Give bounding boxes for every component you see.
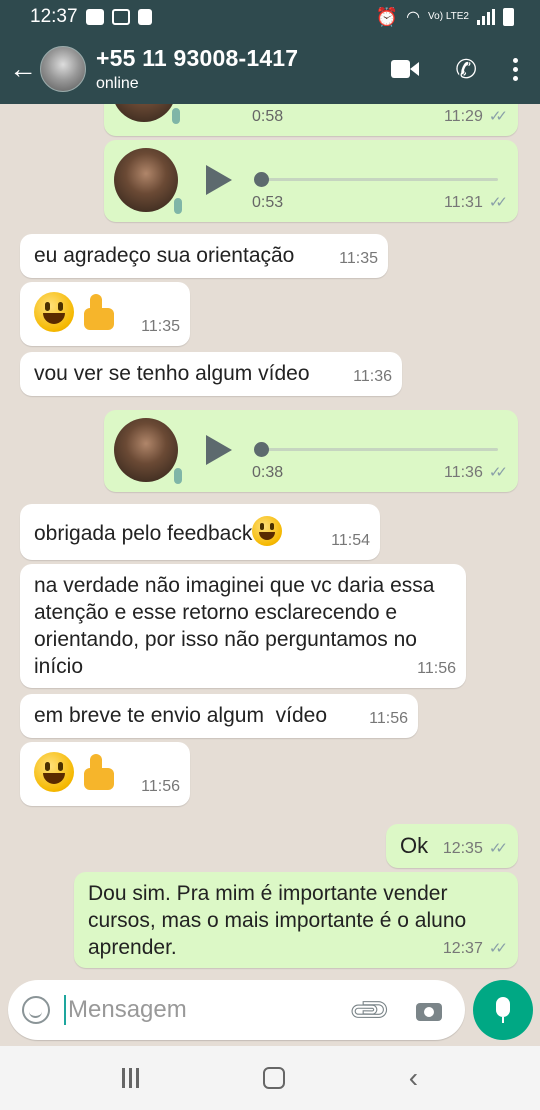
contact-info[interactable]: +55 11 93008-1417 online [96,45,391,93]
voice-message[interactable]: 0:38 11:36 ✓✓ [104,410,518,492]
message-text: na verdade não imaginei que vc daria ess… [34,574,435,678]
voice-duration: 0:58 [252,108,284,125]
message-composer: 📎︎ [8,980,465,1040]
back-arrow-icon[interactable]: ← [6,53,40,85]
nav-back-icon[interactable]: ‹ [409,1062,418,1094]
recents-icon[interactable] [121,1068,139,1088]
screenshot-icon [137,9,152,25]
message-meta: 11:29 ✓✓ [444,104,508,130]
mic-badge-icon [172,196,184,216]
thumbs-up-icon [78,752,116,792]
message-input[interactable] [68,996,348,1024]
incoming-emoji-message[interactable]: 11:56 [20,742,190,806]
voice-message[interactable]: 0:58 11:29 ✓✓ [104,104,518,136]
grinning-face-icon [34,752,74,792]
voice-sender-avatar [114,418,184,486]
phone-icon[interactable]: ✆ [455,54,477,85]
message-time: 11:29 [444,108,483,125]
message-time: 11:56 [141,778,180,795]
message-time: 11:36 [444,464,483,481]
message-time: 11:56 [369,710,408,727]
incoming-message[interactable]: na verdade não imaginei que vc daria ess… [20,564,466,688]
contact-status: online [96,75,139,92]
message-text: em breve te envio algum vídeo [34,704,327,727]
message-meta: 11:35 [141,313,180,340]
message-meta: 11:56 [141,773,180,800]
youtube-icon [85,9,104,25]
system-nav-bar: ‹ [0,1046,540,1110]
text-cursor [64,995,66,1025]
grinning-face-icon [34,292,74,332]
incoming-message[interactable]: vou ver se tenho algum vídeo 11:36 [20,352,402,396]
message-meta: 11:56 [369,705,408,732]
network-label: Vo) LTE2 [428,11,469,22]
incoming-message[interactable]: obrigada pelo feedback 11:54 [20,504,380,560]
message-meta: 12:35 ✓✓ [443,835,508,862]
thumbs-up-icon [78,292,116,332]
mic-icon [496,997,510,1023]
chat-area[interactable]: 0:58 11:29 ✓✓ 0:53 11:31 ✓✓ eu agradeço su… [0,104,540,974]
status-bar: 12:37 ⏰ ◠ Vo) LTE2 [0,0,540,34]
message-meta: 11:54 [331,527,370,554]
more-options-icon[interactable] [513,57,518,81]
battery-icon [503,8,514,26]
status-time: 12:37 [30,6,78,27]
incoming-message[interactable]: eu agradeço sua orientação 11:35 [20,234,388,278]
play-icon[interactable] [206,435,232,465]
contact-name: +55 11 93008-1417 [96,45,299,71]
message-meta: 11:35 [339,245,378,272]
incoming-emoji-message[interactable]: 11:35 [20,282,190,346]
message-meta: 11:36 [353,363,392,390]
grinning-face-icon [252,516,283,546]
outgoing-message[interactable]: Ok 12:35 ✓✓ [386,824,518,868]
message-time: 11:36 [353,368,392,385]
voice-message[interactable]: 0:53 11:31 ✓✓ [104,140,518,222]
read-ticks-icon: ✓✓ [488,194,508,211]
mic-badge-icon [172,466,184,486]
play-icon[interactable] [206,165,232,195]
voice-duration: 0:38 [252,464,284,481]
chat-header: ← +55 11 93008-1417 online ✆ [0,34,540,104]
message-meta: 12:37 ✓✓ [443,935,508,962]
voice-sender-avatar [112,104,182,126]
signal-icon [477,9,495,25]
message-time: 11:54 [331,532,370,549]
read-ticks-icon: ✓✓ [488,108,508,125]
read-ticks-icon: ✓✓ [488,940,508,957]
voice-sender-avatar [114,148,184,216]
message-time: 12:35 [442,840,483,857]
read-ticks-icon: ✓✓ [488,840,508,857]
app-notification-icon [111,9,130,25]
message-text: obrigada pelo feedback [34,522,253,545]
read-ticks-icon: ✓✓ [488,464,508,481]
message-time: 11:31 [444,194,483,211]
message-time: 11:35 [141,318,180,335]
wifi-icon: ◠ [406,9,421,26]
voice-duration: 0:53 [252,194,284,211]
message-text: vou ver se tenho algum vídeo [34,362,310,385]
incoming-message[interactable]: em breve te envio algum vídeo 11:56 [20,694,418,738]
message-time: 11:56 [417,660,456,677]
contact-avatar[interactable] [40,46,86,92]
message-time: 11:35 [339,250,378,267]
attach-icon[interactable]: 📎︎ [346,986,394,1034]
mic-badge-icon [170,106,182,126]
emoji-icon[interactable] [22,996,50,1024]
mic-button[interactable] [473,980,533,1040]
message-meta: 11:56 [417,655,456,682]
home-icon[interactable] [262,1067,285,1089]
message-text: eu agradeço sua orientação [34,244,295,267]
message-meta: 11:31 ✓✓ [444,189,508,216]
message-meta: 11:36 ✓✓ [444,459,508,486]
message-time: 12:37 [442,940,483,957]
alarm-icon: ⏰ [375,6,399,27]
video-call-icon[interactable] [391,60,420,78]
camera-icon[interactable] [415,1000,442,1021]
outgoing-message[interactable]: Dou sim. Pra mim é importante vender cur… [74,872,518,968]
